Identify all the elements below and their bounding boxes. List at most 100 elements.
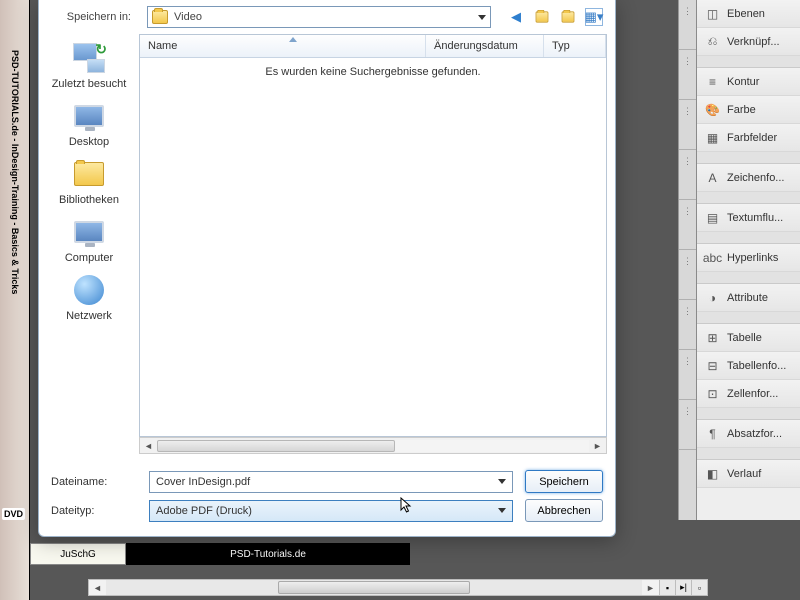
panel-icon: abc [705, 250, 720, 265]
panel-row[interactable]: 🎨 Farbe [697, 96, 800, 124]
save-in-label: Speichern in: [51, 11, 137, 23]
chevron-down-icon[interactable] [498, 479, 506, 484]
panel-icon: ⊞ [705, 330, 720, 345]
toggle-handle[interactable]: ⋮ [679, 350, 696, 400]
col-modified[interactable]: Änderungsdatum [426, 35, 544, 57]
scroll-left-icon[interactable]: ◄ [140, 438, 157, 453]
save-dialog: Speichern in: Video ◀ ▦▾ ↻ Zuletzt besuc… [38, 0, 616, 537]
panel-icon: ▦ [705, 130, 720, 145]
scroll-extra[interactable]: ▸| [675, 580, 691, 595]
document-hscroll[interactable]: ◄ ► ▪ ▸| ▫ [88, 579, 708, 596]
panel-gap [697, 408, 800, 420]
dvd-label: DVD [2, 508, 25, 520]
place-recent-label: Zuletzt besucht [52, 78, 127, 90]
file-listing[interactable]: Name Änderungsdatum Typ Es wurden keine … [139, 34, 607, 437]
location-text: Video [174, 11, 202, 23]
panel-row[interactable]: ▦Farbfelder [697, 124, 800, 152]
col-type[interactable]: Typ [544, 35, 606, 57]
toggle-handle[interactable]: ⋮ [679, 250, 696, 300]
panel-label: Farbe [727, 104, 756, 116]
panel-gap [697, 192, 800, 204]
filename-label: Dateiname: [51, 476, 137, 488]
panel-row[interactable]: ⊟ Tabellenfo... [697, 352, 800, 380]
panel-icon: ≡ [705, 74, 720, 89]
place-network[interactable]: Netzwerk [66, 274, 112, 322]
place-libraries-label: Bibliotheken [59, 194, 119, 206]
chevron-down-icon[interactable] [498, 508, 506, 513]
toggle-handle[interactable]: ⋮ [679, 50, 696, 100]
toggle-handle[interactable]: ⋮ [679, 0, 696, 50]
save-button[interactable]: Speichern [525, 470, 603, 493]
filetype-label: Dateityp: [51, 505, 137, 517]
place-computer[interactable]: Computer [65, 216, 113, 264]
new-folder-button[interactable] [559, 8, 577, 26]
panel-row[interactable]: ▤Textumflu... [697, 204, 800, 232]
panel-icon: ⊟ [705, 358, 720, 373]
panel-icon: 🎨 [705, 102, 720, 117]
video-spine: PSD-TUTORIALS.de - InDesign-Training - B… [0, 0, 30, 600]
place-network-label: Netzwerk [66, 310, 112, 322]
panel-row[interactable]: ⊡ Zellenfor... [697, 380, 800, 408]
up-button[interactable] [533, 8, 551, 26]
panel-row[interactable]: ◑Attribute [697, 284, 800, 312]
toggle-handle[interactable]: ⋮ [679, 100, 696, 150]
panel-row[interactable]: ≡Kontur [697, 68, 800, 96]
toggle-handle[interactable]: ⋮ [679, 200, 696, 250]
toggle-handle[interactable]: ⋮ [679, 400, 696, 450]
panel-row[interactable]: ◫Ebenen [697, 0, 800, 28]
sort-asc-icon [289, 37, 297, 42]
panel-row[interactable]: AZeichenfo... [697, 164, 800, 192]
rating-box: JuSchG [30, 543, 126, 565]
panel-toggle-strip: ⋮ ⋮ ⋮ ⋮ ⋮ ⋮ ⋮ ⋮ ⋮ [678, 0, 696, 520]
place-recent[interactable]: ↻ Zuletzt besucht [52, 42, 127, 90]
panel-label: Tabellenfo... [727, 360, 786, 372]
list-hscroll[interactable]: ◄ ► [139, 437, 607, 454]
panel-label: Verlauf [727, 468, 761, 480]
cancel-button[interactable]: Abbrechen [525, 499, 603, 522]
folder-icon [152, 10, 168, 24]
panel-row[interactable]: abc Hyperlinks [697, 244, 800, 272]
panel-icon: ◑ [705, 290, 720, 305]
filename-input[interactable]: Cover InDesign.pdf [149, 471, 513, 493]
panel-icon: ⎌ [705, 34, 720, 49]
scroll-right-icon[interactable]: ► [589, 438, 606, 453]
scroll-left-icon[interactable]: ◄ [89, 580, 106, 595]
views-button[interactable]: ▦▾ [585, 8, 603, 26]
panel-row[interactable]: ⎌ Verknüpf... [697, 28, 800, 56]
panel-icon: ◧ [705, 466, 720, 481]
dialog-toolbar: ◀ ▦▾ [507, 8, 603, 26]
location-combo[interactable]: Video [147, 6, 491, 28]
scroll-thumb[interactable] [157, 440, 395, 452]
scroll-right-icon[interactable]: ► [642, 580, 659, 595]
col-name[interactable]: Name [140, 35, 426, 57]
panel-label: Hyperlinks [727, 252, 778, 264]
panel-icon: A [705, 170, 720, 185]
toggle-handle[interactable]: ⋮ [679, 300, 696, 350]
panel-label: Absatzfor... [727, 428, 782, 440]
panel-stack: ◫Ebenen ⎌ Verknüpf... ≡Kontur 🎨 Farbe ▦Farbfel… [696, 0, 800, 520]
empty-message: Es wurden keine Suchergebnisse gefunden. [140, 58, 606, 436]
panel-label: Zellenfor... [727, 388, 778, 400]
panel-icon: ◫ [705, 6, 720, 21]
place-libraries[interactable]: Bibliotheken [59, 158, 119, 206]
scroll-thumb[interactable] [278, 581, 471, 594]
panel-gap [697, 312, 800, 324]
panel-row[interactable]: ⊞Tabelle [697, 324, 800, 352]
scroll-extra[interactable]: ▫ [691, 580, 707, 595]
panel-gap [697, 152, 800, 164]
filetype-combo[interactable]: Adobe PDF (Druck) [149, 500, 513, 522]
panel-gap [697, 448, 800, 460]
back-button[interactable]: ◀ [507, 8, 525, 26]
toggle-handle[interactable]: ⋮ [679, 150, 696, 200]
panel-label: Verknüpf... [727, 36, 780, 48]
panel-gap [697, 232, 800, 244]
place-desktop[interactable]: Desktop [69, 100, 109, 148]
panel-row[interactable]: ¶Absatzfor... [697, 420, 800, 448]
scroll-extra[interactable]: ▪ [659, 580, 675, 595]
panel-label: Textumflu... [727, 212, 783, 224]
video-bottom-bar: JuSchG PSD-Tutorials.de [30, 543, 410, 565]
spine-title: PSD-TUTORIALS.de - InDesign-Training - B… [10, 50, 20, 294]
brand-box: PSD-Tutorials.de [126, 543, 410, 565]
panel-row[interactable]: ◧ Verlauf [697, 460, 800, 488]
panel-icon: ⊡ [705, 386, 720, 401]
